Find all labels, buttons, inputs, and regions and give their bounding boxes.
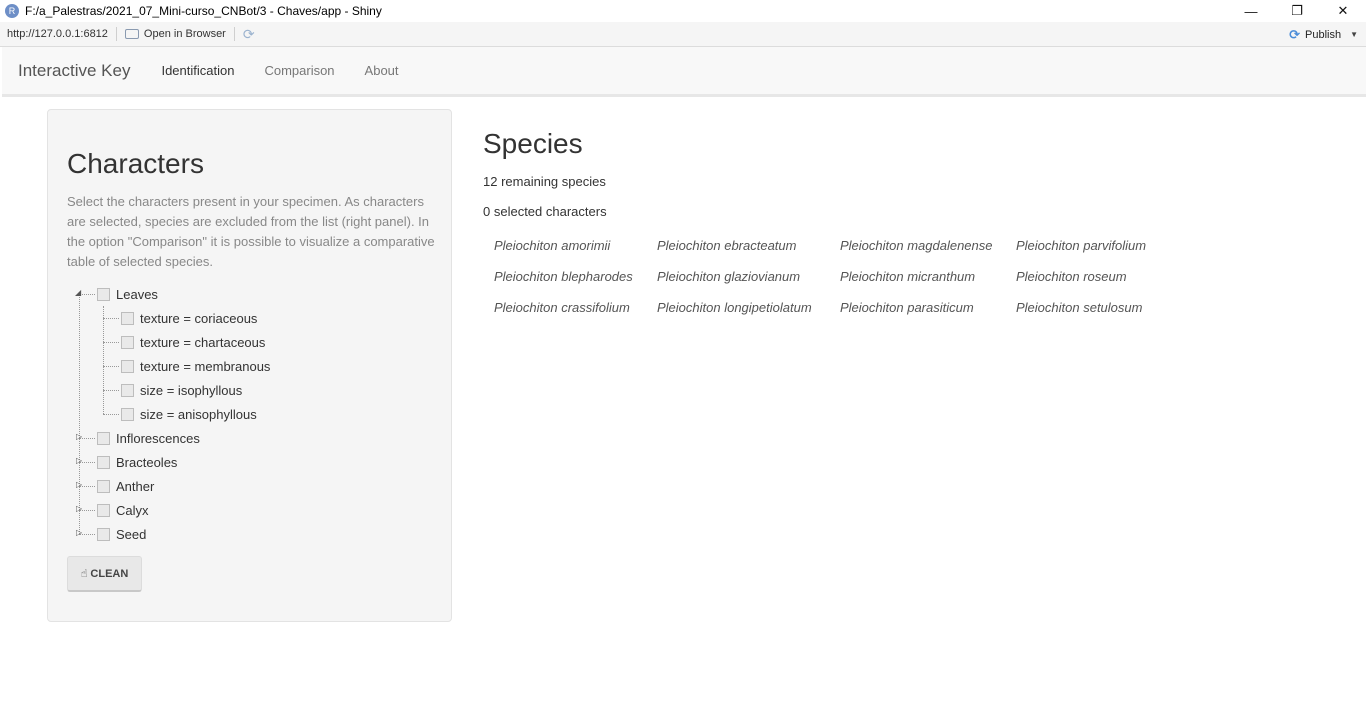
species-item: Pleiochiton ebracteatum xyxy=(657,238,797,253)
refresh-icon[interactable]: ⟳ xyxy=(243,26,255,43)
publish-label: Publish xyxy=(1305,28,1342,41)
characters-title: Characters xyxy=(67,148,204,179)
tree-node-size-isophyllous[interactable]: size = isophyllous xyxy=(121,378,242,402)
tree-node-label: size = isophyllous xyxy=(140,382,243,398)
checkbox[interactable] xyxy=(121,311,134,325)
characters-panel: Characters Select the characters present… xyxy=(47,109,452,622)
checkbox[interactable] xyxy=(97,503,110,517)
tree-line xyxy=(103,306,104,414)
tree-node-size-anisophyllous[interactable]: size = anisophyllous xyxy=(121,402,257,426)
tab-about[interactable]: About xyxy=(350,63,414,78)
tree-node-label: Inflorescences xyxy=(116,430,200,446)
navbar: Interactive Key Identification Compariso… xyxy=(2,47,1366,97)
species-title: Species xyxy=(483,128,583,159)
tree-node-label: texture = coriaceous xyxy=(140,310,258,326)
tree-node-label: Leaves xyxy=(116,286,158,302)
species-item: Pleiochiton setulosum xyxy=(1016,300,1143,315)
expand-icon[interactable]: ▷ xyxy=(76,480,82,489)
checkbox[interactable] xyxy=(121,335,134,349)
species-item: Pleiochiton glaziovianum xyxy=(657,269,801,284)
tree-node-label: Anther xyxy=(116,478,155,494)
tree-line xyxy=(79,294,95,295)
tree-node-label: texture = chartaceous xyxy=(140,334,266,350)
clean-button[interactable]: ☝ CLEAN xyxy=(67,556,142,592)
tree-node-leaves[interactable]: Leaves xyxy=(97,282,158,306)
species-item: Pleiochiton longipetiolatum xyxy=(657,300,812,315)
species-item: Pleiochiton roseum xyxy=(1016,269,1127,284)
species-item: Pleiochiton magdalenense xyxy=(840,238,993,253)
species-item: Pleiochiton micranthum xyxy=(840,269,976,284)
open-in-browser-icon xyxy=(124,29,139,39)
tree-node-texture-membranous[interactable]: texture = membranous xyxy=(121,354,270,378)
window-controls: — ❐ ✕ xyxy=(1228,0,1366,22)
tree-node-bracteoles[interactable]: Bracteoles xyxy=(97,450,177,474)
r-app-icon: R xyxy=(5,4,19,18)
tree-line xyxy=(103,318,119,319)
tab-comparison[interactable]: Comparison xyxy=(249,63,349,78)
window-titlebar: R F:/a_Palestras/2021_07_Mini-curso_CNBo… xyxy=(0,0,1366,22)
toolbar-divider xyxy=(233,27,235,41)
open-in-browser-label: Open in Browser xyxy=(143,28,226,40)
tree-node-label: size = anisophyllous xyxy=(140,406,257,422)
tree-node-seed[interactable]: Seed xyxy=(97,522,146,546)
tree-line xyxy=(79,294,80,534)
viewer-toolbar: http://127.0.0.1:6812 Open in Browser ⟳ … xyxy=(0,22,1366,47)
toolbar-divider xyxy=(115,27,117,41)
species-item: Pleiochiton parasiticum xyxy=(840,300,974,315)
open-in-browser-button[interactable]: Open in Browser xyxy=(124,28,226,40)
tree-line xyxy=(103,366,119,367)
checkbox[interactable] xyxy=(97,455,110,469)
tree-line xyxy=(103,414,119,415)
characters-description: Select the characters present in your sp… xyxy=(67,194,435,269)
tree-node-inflorescences[interactable]: Inflorescences xyxy=(97,426,200,450)
tree-node-anther[interactable]: Anther xyxy=(97,474,154,498)
tree-node-texture-coriaceous[interactable]: texture = coriaceous xyxy=(121,306,257,330)
expand-icon[interactable]: ▷ xyxy=(76,528,82,537)
tree-node-label: texture = membranous xyxy=(140,358,271,374)
checkbox[interactable] xyxy=(97,479,110,493)
selected-characters-count: 0 selected characters xyxy=(483,204,607,219)
checkbox[interactable] xyxy=(97,287,110,301)
tree-node-label: Seed xyxy=(116,526,147,542)
tree-line xyxy=(103,342,119,343)
minimize-icon[interactable]: — xyxy=(1228,0,1274,22)
tab-identification[interactable]: Identification xyxy=(146,63,249,78)
chevron-down-icon[interactable]: ▼ xyxy=(1350,30,1358,39)
thumbs-up-icon: ☝ xyxy=(80,568,88,580)
species-item: Pleiochiton parvifolium xyxy=(1016,238,1147,253)
collapse-icon[interactable]: ◢ xyxy=(75,288,81,297)
restore-icon[interactable]: ❐ xyxy=(1274,0,1320,22)
publish-icon: ⟳ xyxy=(1289,26,1300,42)
remaining-species-count: 12 remaining species xyxy=(483,174,606,189)
checkbox[interactable] xyxy=(121,359,134,373)
tree-line xyxy=(103,390,119,391)
tree-node-calyx[interactable]: Calyx xyxy=(97,498,149,522)
species-item: Pleiochiton amorimii xyxy=(494,238,611,253)
expand-icon[interactable]: ▷ xyxy=(76,504,82,513)
window-title: F:/a_Palestras/2021_07_Mini-curso_CNBot/… xyxy=(25,4,382,18)
checkbox[interactable] xyxy=(121,407,134,421)
checkbox[interactable] xyxy=(97,527,110,541)
species-item: Pleiochiton crassifolium xyxy=(494,300,630,315)
close-icon[interactable]: ✕ xyxy=(1320,0,1366,22)
expand-icon[interactable]: ▷ xyxy=(76,432,82,441)
expand-icon[interactable]: ▷ xyxy=(76,456,82,465)
checkbox[interactable] xyxy=(97,431,110,445)
clean-button-label: CLEAN xyxy=(90,567,129,580)
publish-button[interactable]: ⟳ Publish ▼ xyxy=(1289,22,1358,47)
tree-node-label: Calyx xyxy=(116,502,149,518)
tree-node-label: Bracteoles xyxy=(116,454,178,470)
navbar-brand[interactable]: Interactive Key xyxy=(18,61,130,81)
tree-node-texture-chartaceous[interactable]: texture = chartaceous xyxy=(121,330,265,354)
checkbox[interactable] xyxy=(121,383,134,397)
viewer-url[interactable]: http://127.0.0.1:6812 xyxy=(7,28,108,40)
species-item: Pleiochiton blepharodes xyxy=(494,269,633,284)
